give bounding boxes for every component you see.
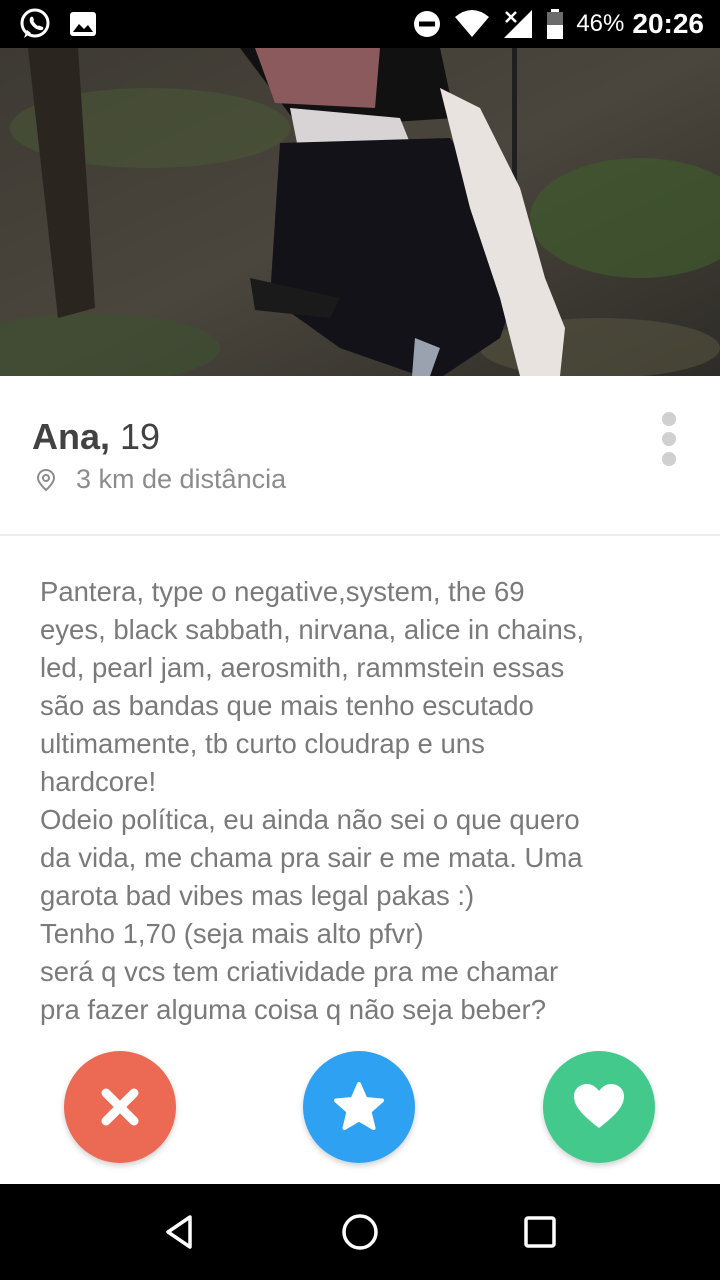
more-dot [662,452,676,466]
bio-line: ultimamente, tb curto cloudrap e uns [40,728,485,759]
profile-age: 19 [120,416,161,457]
location-pin-icon [34,468,58,492]
recents-icon[interactable] [510,1202,570,1262]
super-like-button[interactable] [303,1051,415,1163]
bio-line: são as bandas que mais tenho escutado [40,690,534,721]
bio-line: led, pearl jam, aerosmith, rammstein ess… [40,652,565,683]
nope-button[interactable] [64,1051,176,1163]
bio-line: Odeio política, eu ainda não sei o que q… [40,804,580,835]
heart-icon [574,1084,624,1128]
bio-line: garota bad vibes mas legal pakas :) [40,880,475,911]
bio-line: eyes, black sabbath, nirvana, alice in c… [40,614,585,645]
profile-name: Ana, [32,416,111,457]
profile-bio: Pantera, type o negative,system, the 69 … [40,573,690,1029]
home-icon[interactable] [330,1202,390,1262]
more-dot [662,412,676,426]
distance-text: 3 km de distância [76,464,287,494]
more-dot [662,432,676,446]
name-age-line: Ana, 19 [32,416,160,458]
distance-line: 3 km de distância [34,464,286,495]
more-options-icon[interactable] [654,412,684,466]
wifi-icon [454,9,490,39]
navigation-bar [0,1184,720,1280]
back-icon[interactable] [150,1202,210,1262]
profile-header: Ana, 19 3 km de distância [0,376,720,536]
signal-icon [502,8,534,40]
bio-line: hardcore! [40,766,157,797]
clock: 20:26 [632,8,704,39]
bio-line: pra fazer alguma coisa q não seja beber? [40,994,547,1025]
bio-line: da vida, me chama pra sair e me mata. Um… [40,842,583,873]
star-icon [334,1082,384,1130]
bio-line: será q vcs tem criatividade pra me chama… [40,956,559,987]
profile-photo[interactable] [0,48,720,376]
like-button[interactable] [543,1051,655,1163]
whatsapp-icon [18,7,52,41]
bio-line: Tenho 1,70 (seja mais alto pfvr) [40,918,424,949]
close-icon [101,1088,139,1126]
status-left [18,7,114,41]
do-not-disturb-icon [412,9,442,39]
battery-percent: 46% [576,10,625,37]
status-bar: 46% 20:26 [0,0,720,48]
battery-icon [546,9,564,39]
status-right: 46% 20:26 [400,8,704,40]
bio-line: Pantera, type o negative,system, the 69 [40,576,525,607]
image-icon [68,9,98,39]
